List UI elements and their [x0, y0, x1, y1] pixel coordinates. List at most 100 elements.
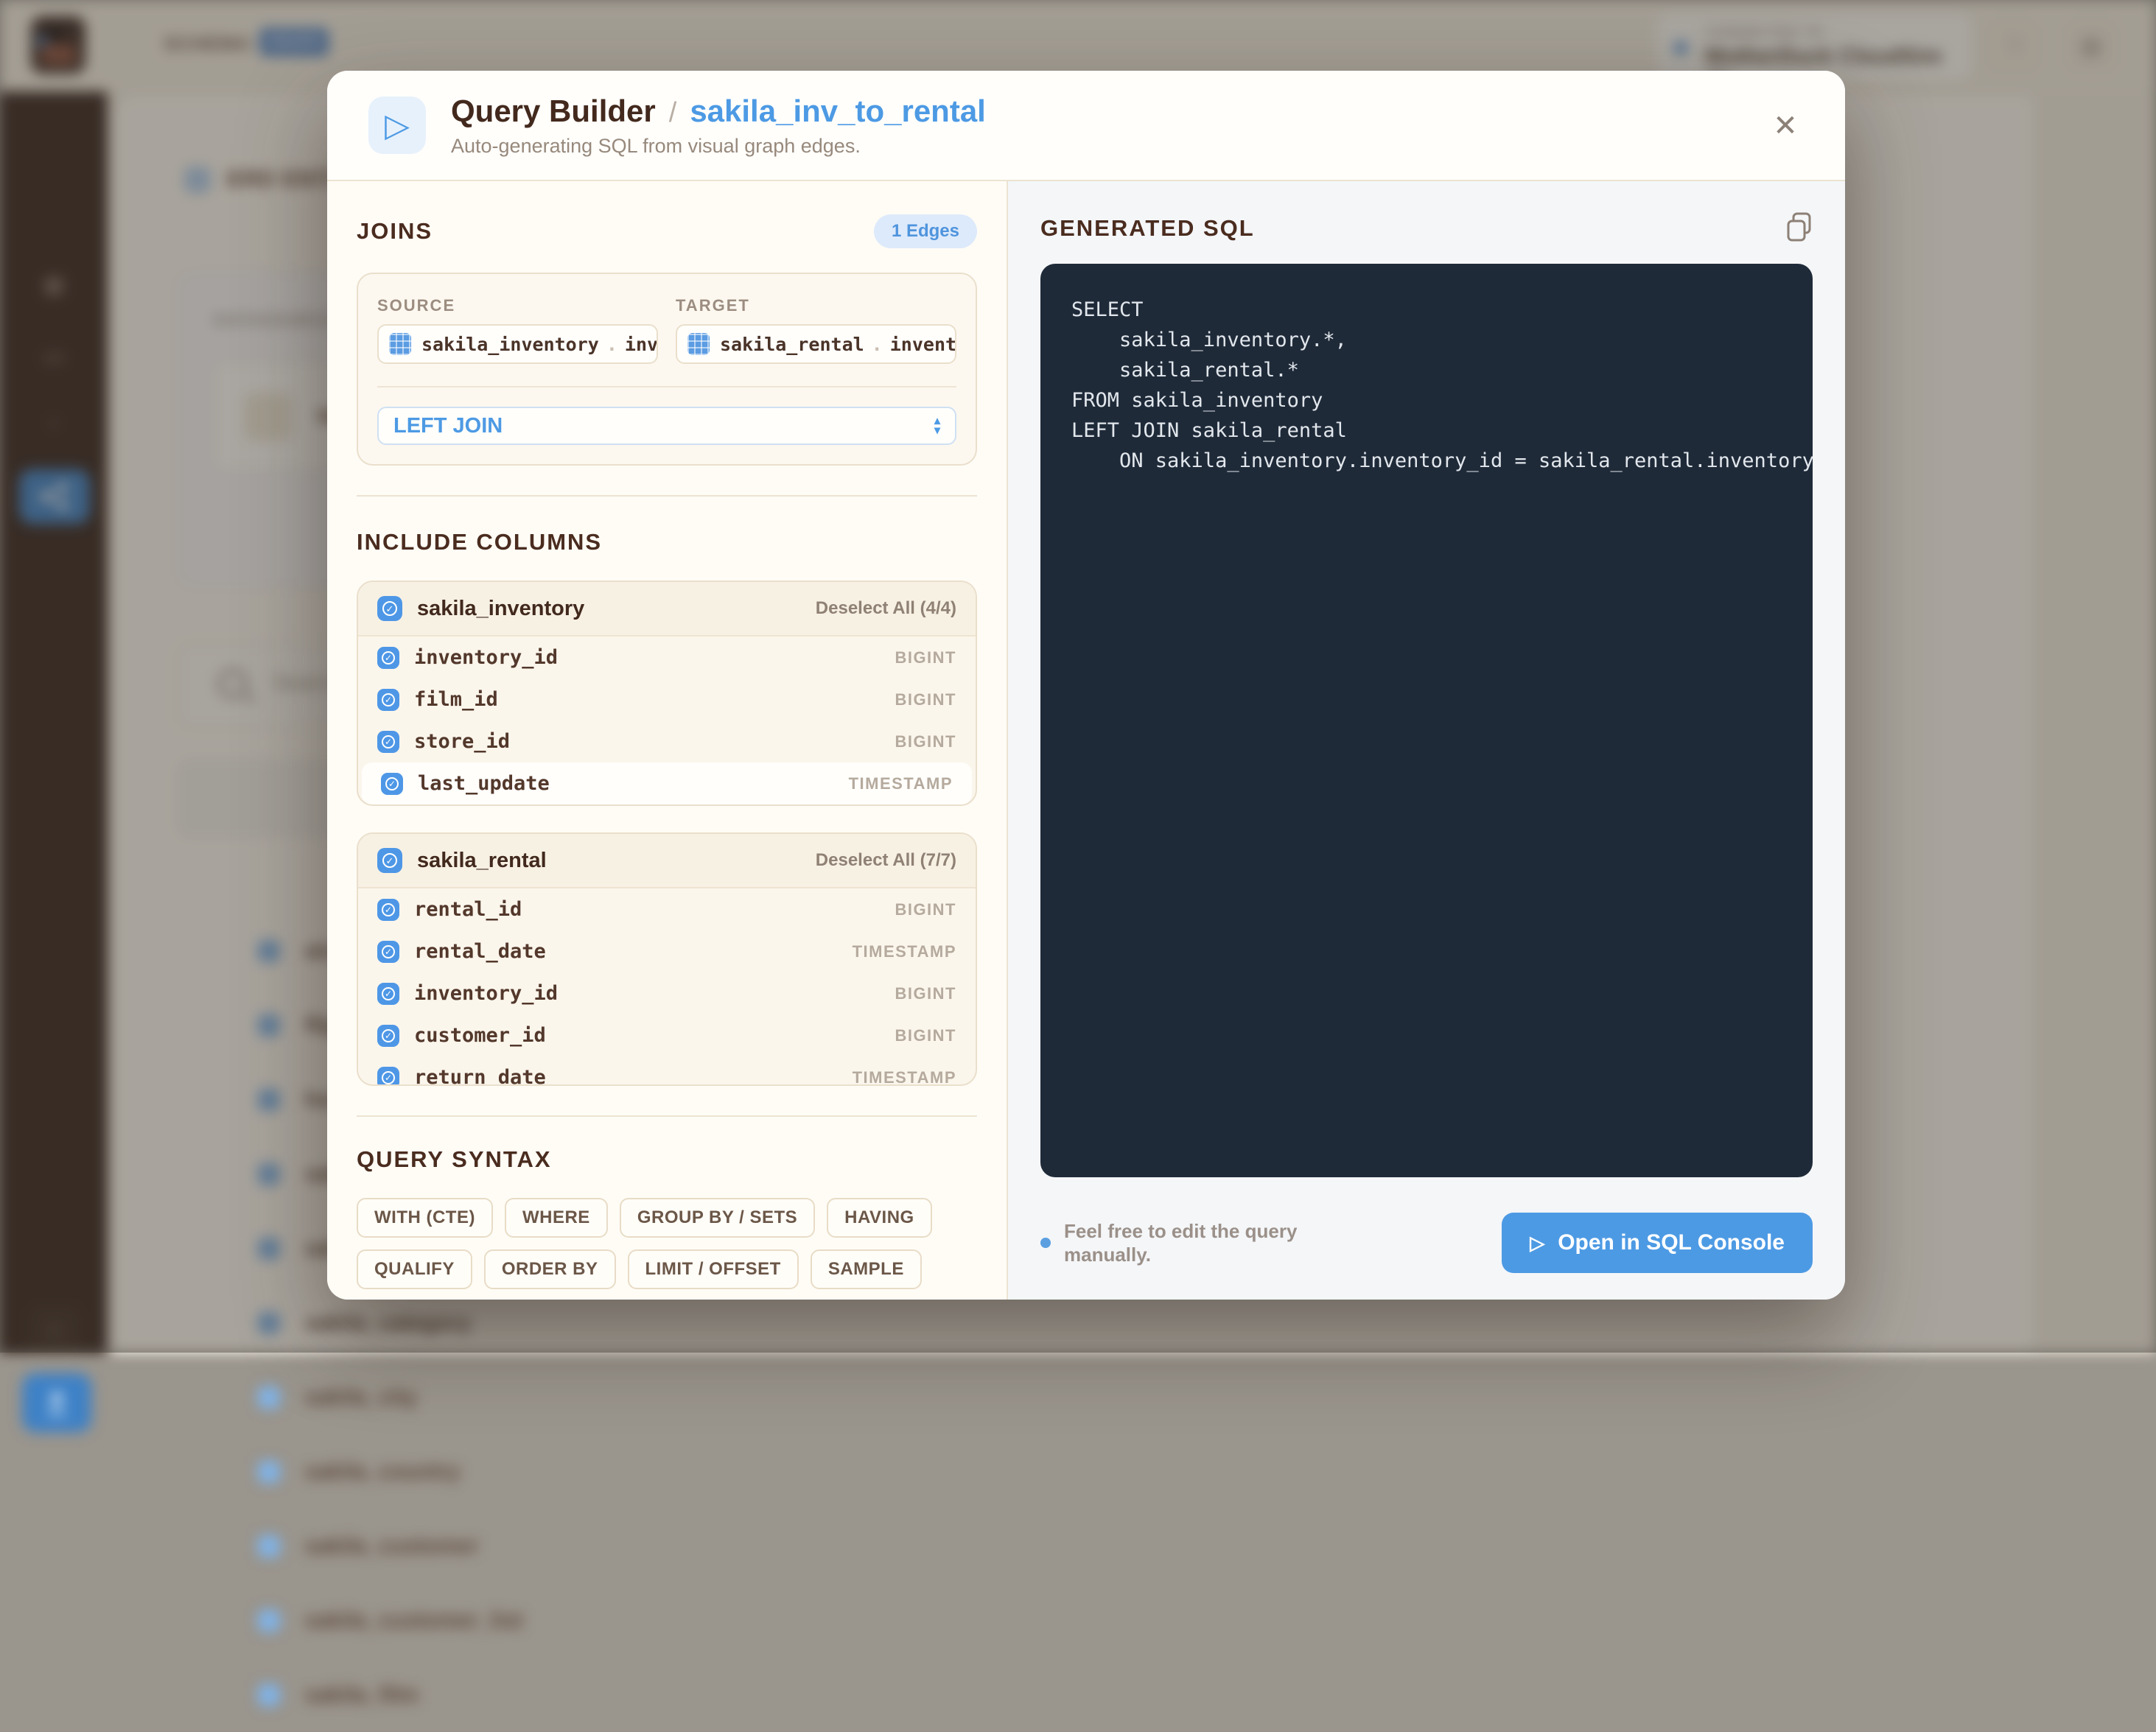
- column-row[interactable]: ✓ inventory_id BIGINT: [358, 972, 976, 1014]
- column-checkbox-icon[interactable]: ✓: [377, 689, 399, 711]
- section-divider: [357, 1115, 977, 1117]
- sql-code: SELECT sakila_inventory.*, sakila_rental…: [1071, 295, 1813, 476]
- column-name: last_update: [418, 772, 550, 795]
- sql-code-block[interactable]: SELECT sakila_inventory.*, sakila_rental…: [1040, 264, 1813, 1177]
- group-table-name: sakila_inventory: [417, 597, 584, 621]
- group-checkbox-icon[interactable]: ✓: [377, 596, 402, 621]
- column-checkbox-icon[interactable]: ✓: [377, 899, 399, 921]
- list-item[interactable]: sakila_country: [177, 1434, 1061, 1509]
- edge-name-link[interactable]: sakila_inv_to_rental: [690, 94, 986, 129]
- column-name: customer_id: [414, 1024, 546, 1047]
- section-divider: [357, 495, 977, 497]
- group-header[interactable]: ✓ sakila_rental Deselect All (7/7): [358, 834, 976, 888]
- list-item[interactable]: sakila_customer_list: [177, 1583, 1061, 1658]
- list-item[interactable]: sakila_city: [177, 1360, 1061, 1434]
- copy-icon: [1786, 212, 1813, 242]
- column-row[interactable]: ✓ rental_id BIGINT: [358, 888, 976, 930]
- item-label: sakila_customer_list: [305, 1608, 522, 1633]
- column-type: TIMESTAMP: [853, 942, 956, 961]
- source-field[interactable]: sakila_inventory . inventory_id: [377, 324, 658, 364]
- play-icon: ▷: [1530, 1232, 1544, 1255]
- generated-sql-panel: GENERATED SQL SELECT sakila_inventory.*,…: [1008, 181, 1845, 1300]
- column-row[interactable]: ✓ last_update TIMESTAMP: [362, 762, 972, 804]
- hint-text: Feel free to edit the query manually.: [1064, 1219, 1379, 1266]
- syntax-chip[interactable]: ORDER BY: [484, 1249, 616, 1289]
- item-checkbox[interactable]: [258, 1684, 280, 1706]
- join-config-panel: JOINS 1 Edges SOURCE sakila_inventory . …: [327, 181, 1008, 1300]
- target-label: TARGET: [676, 296, 956, 315]
- syntax-chip[interactable]: GROUP BY / SETS: [620, 1198, 815, 1238]
- syntax-chip[interactable]: WITH (CTE): [357, 1198, 493, 1238]
- join-card-divider: [377, 386, 956, 388]
- item-checkbox[interactable]: [258, 1386, 280, 1409]
- column-name: inventory_id: [414, 982, 558, 1005]
- table-icon: [687, 333, 710, 355]
- include-columns-heading: INCLUDE COLUMNS: [357, 529, 602, 555]
- query-syntax-heading: QUERY SYNTAX: [357, 1146, 552, 1173]
- source-column: inventory_id: [625, 334, 658, 355]
- column-name: return_date: [414, 1066, 546, 1086]
- query-builder-modal: ▷ Query Builder / sakila_inv_to_rental A…: [327, 71, 1845, 1300]
- sidebar-user-button[interactable]: [22, 1373, 91, 1432]
- column-row[interactable]: ✓ rental_date TIMESTAMP: [358, 930, 976, 972]
- column-name: rental_id: [414, 898, 522, 921]
- column-row[interactable]: ✓ store_id BIGINT: [358, 721, 976, 762]
- close-icon: ✕: [1773, 109, 1798, 143]
- column-type: TIMESTAMP: [849, 774, 953, 793]
- deselect-all-button[interactable]: Deselect All (4/4): [816, 598, 956, 619]
- syntax-chip[interactable]: LIMIT / OFFSET: [628, 1249, 799, 1289]
- column-type: BIGINT: [895, 732, 956, 751]
- syntax-chip[interactable]: SAMPLE: [811, 1249, 922, 1289]
- column-row[interactable]: ✓ inventory_id BIGINT: [358, 637, 976, 679]
- source-label: SOURCE: [377, 296, 658, 315]
- item-label: sakila_film: [305, 1683, 418, 1708]
- column-group-sakila-rental: ✓ sakila_rental Deselect All (7/7) ✓ ren…: [357, 832, 977, 1086]
- sql-panel-footer: Feel free to edit the query manually. ▷ …: [1040, 1213, 1813, 1273]
- group-header[interactable]: ✓ sakila_inventory Deselect All (4/4): [358, 582, 976, 637]
- target-field[interactable]: sakila_rental . inventory_id: [676, 324, 956, 364]
- column-name: inventory_id: [414, 646, 558, 669]
- join-type-select[interactable]: LEFT JOIN ▴▾: [377, 407, 956, 445]
- item-checkbox[interactable]: [258, 1610, 280, 1632]
- group-table-name: sakila_rental: [417, 849, 547, 873]
- item-checkbox[interactable]: [258, 1535, 280, 1557]
- item-label: sakila_customer: [305, 1534, 478, 1559]
- syntax-chip[interactable]: QUALIFY: [357, 1249, 472, 1289]
- column-type: BIGINT: [895, 1026, 956, 1045]
- column-checkbox-icon[interactable]: ✓: [377, 983, 399, 1005]
- copy-sql-button[interactable]: [1786, 212, 1813, 245]
- target-table: sakila_rental: [720, 334, 864, 355]
- column-type: BIGINT: [895, 648, 956, 667]
- column-checkbox-icon[interactable]: ✓: [377, 941, 399, 963]
- column-row[interactable]: ✓ customer_id BIGINT: [358, 1014, 976, 1056]
- open-sql-console-button[interactable]: ▷ Open in SQL Console: [1502, 1213, 1813, 1273]
- column-row[interactable]: ✓ return_date TIMESTAMP: [358, 1056, 976, 1086]
- column-name: film_id: [414, 688, 498, 711]
- column-checkbox-icon[interactable]: ✓: [377, 647, 399, 669]
- dot-separator: .: [872, 334, 883, 355]
- close-button[interactable]: ✕: [1763, 103, 1808, 149]
- group-checkbox-icon[interactable]: ✓: [377, 848, 402, 873]
- modal-subtitle: Auto-generating SQL from visual graph ed…: [451, 135, 986, 158]
- join-type-value: LEFT JOIN: [393, 414, 503, 438]
- column-type: TIMESTAMP: [853, 1068, 956, 1087]
- deselect-all-button[interactable]: Deselect All (7/7): [816, 850, 956, 871]
- item-checkbox[interactable]: [258, 1461, 280, 1483]
- open-button-label: Open in SQL Console: [1558, 1230, 1785, 1255]
- column-row[interactable]: ✓ film_id BIGINT: [358, 679, 976, 721]
- edges-count-badge: 1 Edges: [874, 214, 977, 248]
- list-item[interactable]: sakila_customer: [177, 1509, 1061, 1583]
- syntax-chip[interactable]: HAVING: [827, 1198, 932, 1238]
- modal-header: ▷ Query Builder / sakila_inv_to_rental A…: [327, 71, 1845, 181]
- column-checkbox-icon[interactable]: ✓: [377, 1025, 399, 1047]
- column-checkbox-icon[interactable]: ✓: [381, 773, 403, 795]
- syntax-chip[interactable]: WHERE: [505, 1198, 608, 1238]
- user-icon: [42, 1388, 71, 1417]
- play-icon: ▷: [385, 107, 410, 144]
- list-item[interactable]: sakila_film: [177, 1658, 1061, 1732]
- column-type: BIGINT: [895, 900, 956, 919]
- item-label: sakila_city: [305, 1385, 417, 1410]
- column-checkbox-icon[interactable]: ✓: [377, 1067, 399, 1087]
- dot-separator: .: [606, 334, 617, 355]
- column-checkbox-icon[interactable]: ✓: [377, 731, 399, 753]
